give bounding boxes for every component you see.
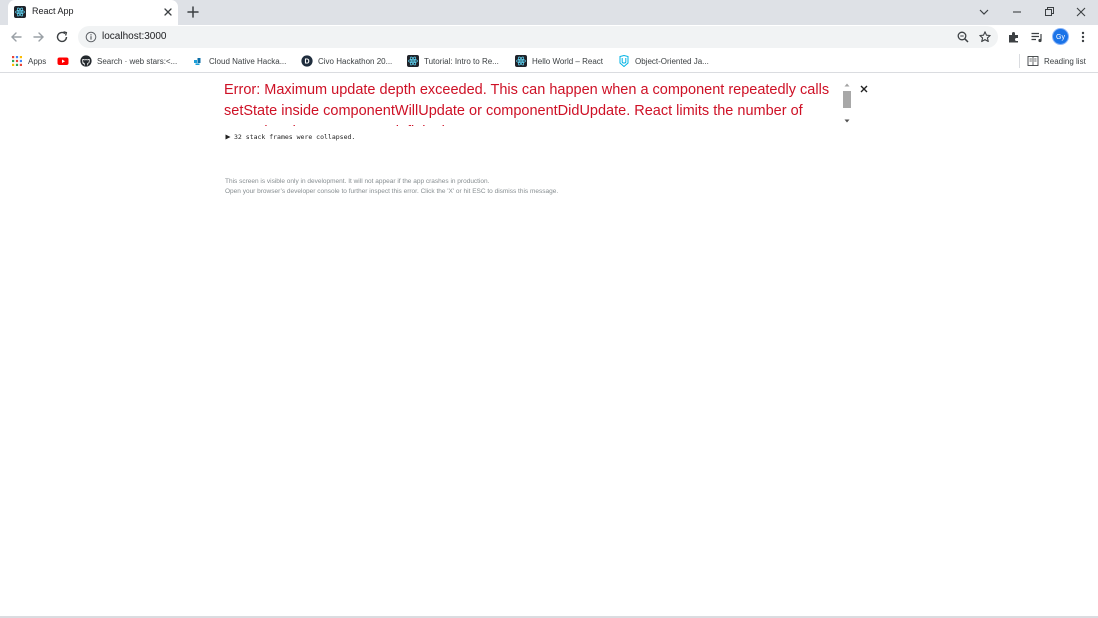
collapsed-frames-text: 32 stack frames were collapsed. [234,133,356,141]
bookmark-github-search[interactable]: Search · web stars:<... [80,54,177,68]
error-overlay: Error: Maximum update depth exceeded. Th… [0,74,1098,618]
footer-line-2: Open your browser’s developer console to… [225,188,559,195]
site-info-icon[interactable] [85,31,97,43]
expand-triangle-icon [225,134,231,140]
close-overlay-icon[interactable] [858,83,870,95]
extensions-puzzle-icon[interactable] [1007,30,1021,44]
tab-strip: React App [0,0,1098,25]
footer-line-1: This screen is visible only in developme… [225,178,490,185]
forward-arrow-icon[interactable] [31,29,47,45]
error-message: Error: Maximum update depth exceeded. Th… [224,82,830,126]
cloud-icon [194,58,201,65]
bookmark-label: Civo Hackathon 20... [318,56,393,66]
scroll-up-arrow-icon[interactable] [844,82,850,88]
profile-avatar[interactable]: Gy [1052,28,1069,45]
more-menu-icon[interactable] [1076,30,1090,44]
media-queue-icon[interactable] [1030,30,1044,44]
error-scrollbar[interactable] [841,80,853,126]
bookmark-civo-hackathon[interactable]: D Civo Hackathon 20... [301,54,392,68]
back-arrow-icon[interactable] [8,29,24,45]
scroll-thumb[interactable] [843,91,851,108]
new-tab-icon[interactable] [186,5,200,19]
react-icon [407,55,419,67]
tab-title: React App [32,6,74,16]
error-message-box[interactable]: Error: Maximum update depth exceeded. Th… [224,80,854,126]
reading-list-label: Reading list [1044,56,1086,66]
youtube-icon [57,57,69,65]
scroll-down-arrow-icon[interactable] [844,118,850,124]
tab-search-chevron-icon[interactable] [976,4,992,20]
reading-list-divider [1019,54,1020,68]
minimize-icon[interactable] [1009,4,1025,20]
bookmark-react-tutorial[interactable]: Tutorial: Intro to Re... [407,54,499,68]
url-text[interactable]: localhost:3000 [102,31,167,42]
github-icon [80,55,92,67]
reading-list-icon [1027,56,1039,66]
react-icon [515,55,527,67]
bookmark-label: Object-Oriented Ja... [635,56,709,66]
udacity-icon [619,55,629,67]
bookmark-label: Cloud Native Hacka... [209,56,287,66]
bookmark-object-oriented[interactable]: Object-Oriented Ja... [618,54,709,68]
restore-icon[interactable] [1041,4,1057,20]
close-window-icon[interactable] [1073,4,1089,20]
bookmark-label: Hello World – React [532,56,603,66]
svg-text:D: D [304,59,309,66]
collapsed-stack-frames[interactable]: 32 stack frames were collapsed. [225,133,355,141]
civo-icon: D [301,55,313,67]
bookmark-star-icon[interactable] [978,30,992,44]
bookmark-label: Apps [28,56,47,66]
bookmark-cloud-native[interactable]: Cloud Native Hacka... [192,54,286,68]
browser-tab-react-app[interactable]: React App [8,0,178,25]
reload-icon[interactable] [54,29,70,45]
address-bar[interactable]: localhost:3000 [78,26,998,48]
apps-grid-icon [12,56,22,66]
bookmarks-bar: Apps Search · web stars:<... Cloud Nativ… [0,49,1098,73]
react-icon [14,6,26,18]
bookmark-label: Tutorial: Intro to Re... [424,56,499,66]
bookmark-label: Search · web stars:<... [97,56,178,66]
reading-list-button[interactable]: Reading list [1027,54,1086,68]
browser-toolbar: localhost:3000 Gy [0,25,1098,49]
overlay-footer: This screen is visible only in developme… [225,177,558,197]
close-tab-icon[interactable] [161,5,175,19]
bookmark-apps[interactable]: Apps [11,54,46,68]
bookmark-react-hello-world[interactable]: Hello World – React [515,54,603,68]
bookmark-youtube[interactable] [57,54,69,68]
zoom-icon[interactable] [956,30,970,44]
